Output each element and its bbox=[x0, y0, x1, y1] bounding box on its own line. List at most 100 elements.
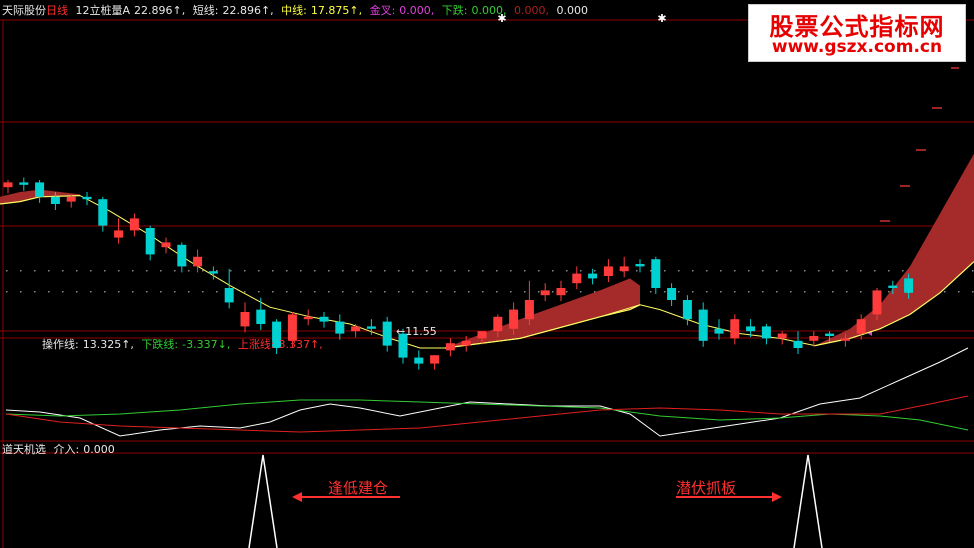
candle-body bbox=[556, 288, 566, 296]
grid-dot bbox=[48, 270, 50, 272]
candle-body bbox=[3, 182, 13, 188]
grid-dot bbox=[496, 291, 498, 293]
candle-body bbox=[240, 312, 250, 327]
candle-body bbox=[461, 340, 471, 346]
candle-body bbox=[287, 314, 297, 341]
arrow-left-head bbox=[292, 492, 302, 502]
grid-dot bbox=[398, 291, 400, 293]
grid-dot bbox=[818, 291, 820, 293]
grid-dot bbox=[664, 270, 666, 272]
grid-dot bbox=[90, 270, 92, 272]
gold-value: 0.000, bbox=[399, 4, 435, 17]
grid-dot bbox=[636, 270, 638, 272]
grid-dot bbox=[398, 270, 400, 272]
grid-dot bbox=[720, 270, 722, 272]
grid-dot bbox=[174, 291, 176, 293]
grid-dot bbox=[804, 270, 806, 272]
grid-dot bbox=[174, 270, 176, 272]
grid-dot bbox=[76, 291, 78, 293]
candle-body bbox=[19, 182, 29, 185]
candle-body bbox=[888, 285, 898, 288]
grid-dot bbox=[188, 291, 190, 293]
gold-label: 金叉: bbox=[369, 4, 396, 17]
grid-dot bbox=[888, 291, 890, 293]
grid-dot bbox=[244, 270, 246, 272]
candle-body bbox=[714, 328, 724, 334]
grid-dot bbox=[958, 291, 960, 293]
candle-body bbox=[635, 264, 645, 267]
grid-dot bbox=[972, 270, 974, 272]
grid-dot bbox=[510, 270, 512, 272]
candle-body bbox=[619, 266, 629, 272]
panel2-header: 操作线: 13.325↑, 下跌线: -3.337↓, 上涨线: 3.337↑, bbox=[42, 338, 327, 352]
grid-dot bbox=[566, 291, 568, 293]
grid-dot bbox=[272, 291, 274, 293]
annotation-left: 逢低建仓 bbox=[328, 479, 389, 497]
grid-dot bbox=[552, 270, 554, 272]
grid-dot bbox=[146, 291, 148, 293]
down-line-value: -3.337↓, bbox=[182, 338, 231, 351]
candle-body bbox=[335, 321, 345, 334]
grid-dot bbox=[34, 270, 36, 272]
grid-dot bbox=[132, 270, 134, 272]
green-line bbox=[5, 399, 969, 431]
candle-body bbox=[746, 326, 756, 332]
chart-canvas: ✱ ✱ bbox=[0, 12, 974, 548]
grid-dot bbox=[818, 270, 820, 272]
candle-body bbox=[319, 316, 329, 322]
grid-dot bbox=[412, 270, 414, 272]
candle-body bbox=[540, 290, 550, 296]
candle-body bbox=[651, 259, 661, 288]
grid-dot bbox=[580, 270, 582, 272]
mid-label: 中线: bbox=[281, 4, 307, 17]
candle-body bbox=[114, 230, 124, 238]
op-line-value: 13.325↑, bbox=[82, 338, 134, 351]
indicator-name: 12立桩量A bbox=[75, 4, 131, 17]
grid-dot bbox=[230, 270, 232, 272]
candle-body bbox=[430, 355, 440, 364]
candle-body bbox=[825, 333, 835, 336]
candle-body bbox=[840, 338, 850, 341]
candle-body bbox=[35, 182, 45, 197]
grid-dot bbox=[314, 270, 316, 272]
grid-dot bbox=[944, 291, 946, 293]
grid-dot bbox=[790, 291, 792, 293]
grid-dot bbox=[538, 291, 540, 293]
grid-dot bbox=[762, 291, 764, 293]
signal-spike bbox=[248, 454, 278, 548]
grid-dot bbox=[482, 291, 484, 293]
grid-dot bbox=[972, 291, 974, 293]
candle-body bbox=[809, 336, 819, 341]
grid-dot bbox=[846, 270, 848, 272]
grid-dot bbox=[300, 291, 302, 293]
grid-dot bbox=[832, 270, 834, 272]
grid-dot bbox=[370, 291, 372, 293]
grid-dot bbox=[258, 291, 260, 293]
grid-dot bbox=[6, 291, 8, 293]
low-price-label: ←11.55 bbox=[396, 325, 437, 338]
grid-dot bbox=[216, 291, 218, 293]
candle-body bbox=[856, 319, 866, 334]
grid-dot bbox=[524, 270, 526, 272]
grid-dot bbox=[440, 270, 442, 272]
grid-dot bbox=[202, 291, 204, 293]
watermark-url: www.gszx.com.cn bbox=[771, 37, 943, 57]
grid-dot bbox=[118, 270, 120, 272]
mid-value: 17.875↑, bbox=[310, 4, 363, 17]
grid-dot bbox=[342, 291, 344, 293]
watermark-logo: 股票公式指标网 www.gszx.com.cn bbox=[748, 4, 966, 62]
op-line-label: 操作线: bbox=[42, 338, 79, 351]
grid-dot bbox=[426, 270, 428, 272]
grid-lines: ✱ ✱ bbox=[0, 12, 974, 548]
candle-body bbox=[208, 271, 218, 274]
candle-body bbox=[872, 290, 882, 315]
grid-dot bbox=[706, 270, 708, 272]
grid-dot bbox=[454, 291, 456, 293]
candle-body bbox=[50, 196, 60, 204]
grid-dot bbox=[118, 291, 120, 293]
grid-dot bbox=[454, 270, 456, 272]
candle-body bbox=[761, 326, 771, 339]
white-line bbox=[5, 347, 969, 437]
grid-dot bbox=[678, 270, 680, 272]
grid-dot bbox=[356, 291, 358, 293]
